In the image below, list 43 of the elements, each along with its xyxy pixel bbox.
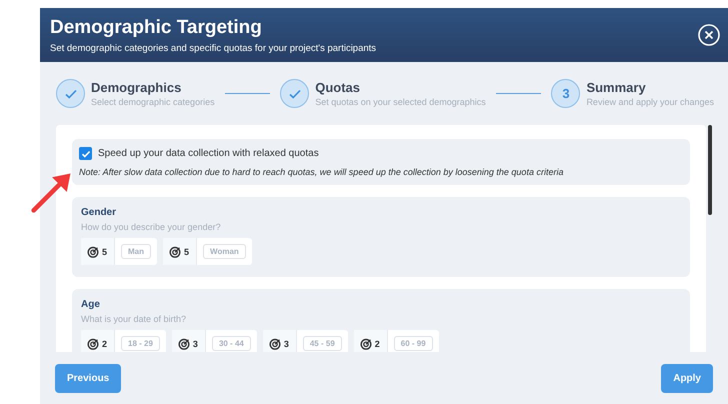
target-icon <box>169 246 182 258</box>
quota-count: 5 <box>184 246 190 256</box>
target-icon <box>178 338 190 350</box>
option-tag: 30 - 44 <box>212 336 251 351</box>
target-icon <box>360 338 372 350</box>
target-icon <box>87 338 99 350</box>
quota-count: 3 <box>192 338 198 348</box>
quota-item[interactable]: 3 45 - 59 <box>262 330 348 352</box>
scrollbar[interactable] <box>708 125 712 215</box>
option-tag: 60 - 99 <box>394 336 433 351</box>
option-tag: 18 - 29 <box>121 336 160 351</box>
quota-item[interactable]: 5 Woman <box>163 238 252 265</box>
quota-item[interactable]: 2 60 - 99 <box>354 330 439 352</box>
category-title: Gender <box>81 207 118 218</box>
quota-item[interactable]: 2 18 - 29 <box>81 330 166 352</box>
quota-item[interactable]: 5 Man <box>81 238 158 265</box>
target-icon <box>87 246 99 258</box>
note-text: Note: After slow data collection due to hard to reach quotas, we will speed up the collection by loosening the quota criteria <box>79 167 564 177</box>
step-subtitle: Set quotas on your selected demographics <box>315 97 486 107</box>
option-tag: 45 - 59 <box>302 336 342 351</box>
category-title: Age <box>81 299 101 310</box>
option-tag: Woman <box>203 244 246 259</box>
quota-item[interactable]: 3 30 - 44 <box>172 330 257 352</box>
quota-count: 2 <box>102 338 108 348</box>
category-question: How do you describe your gender? <box>81 222 222 232</box>
close-icon <box>698 24 720 46</box>
category-question: What is your date of birth? <box>81 314 188 324</box>
dialog-subtitle: Set demographic categories and specific quotas for your project's participants <box>50 42 376 54</box>
close-button[interactable] <box>698 24 720 46</box>
step-title: Demographics <box>91 80 182 95</box>
step-title: Summary <box>586 80 647 95</box>
step-subtitle: Review and apply your changes <box>586 97 714 107</box>
step-subtitle: Select demographic categories <box>91 97 215 107</box>
step-number: 3 <box>551 79 580 108</box>
dialog-title: Demographic Targeting <box>50 16 263 38</box>
quota-count: 3 <box>284 338 289 348</box>
quota-count: 2 <box>374 338 380 348</box>
relaxed-checkbox[interactable] <box>79 147 92 160</box>
option-tag: Man <box>121 244 152 259</box>
quota-count: 5 <box>102 246 108 256</box>
step-title: Quotas <box>315 80 361 95</box>
target-icon <box>268 338 281 350</box>
checkbox-label: Speed up your data collection with relaxed quotas <box>98 148 319 159</box>
